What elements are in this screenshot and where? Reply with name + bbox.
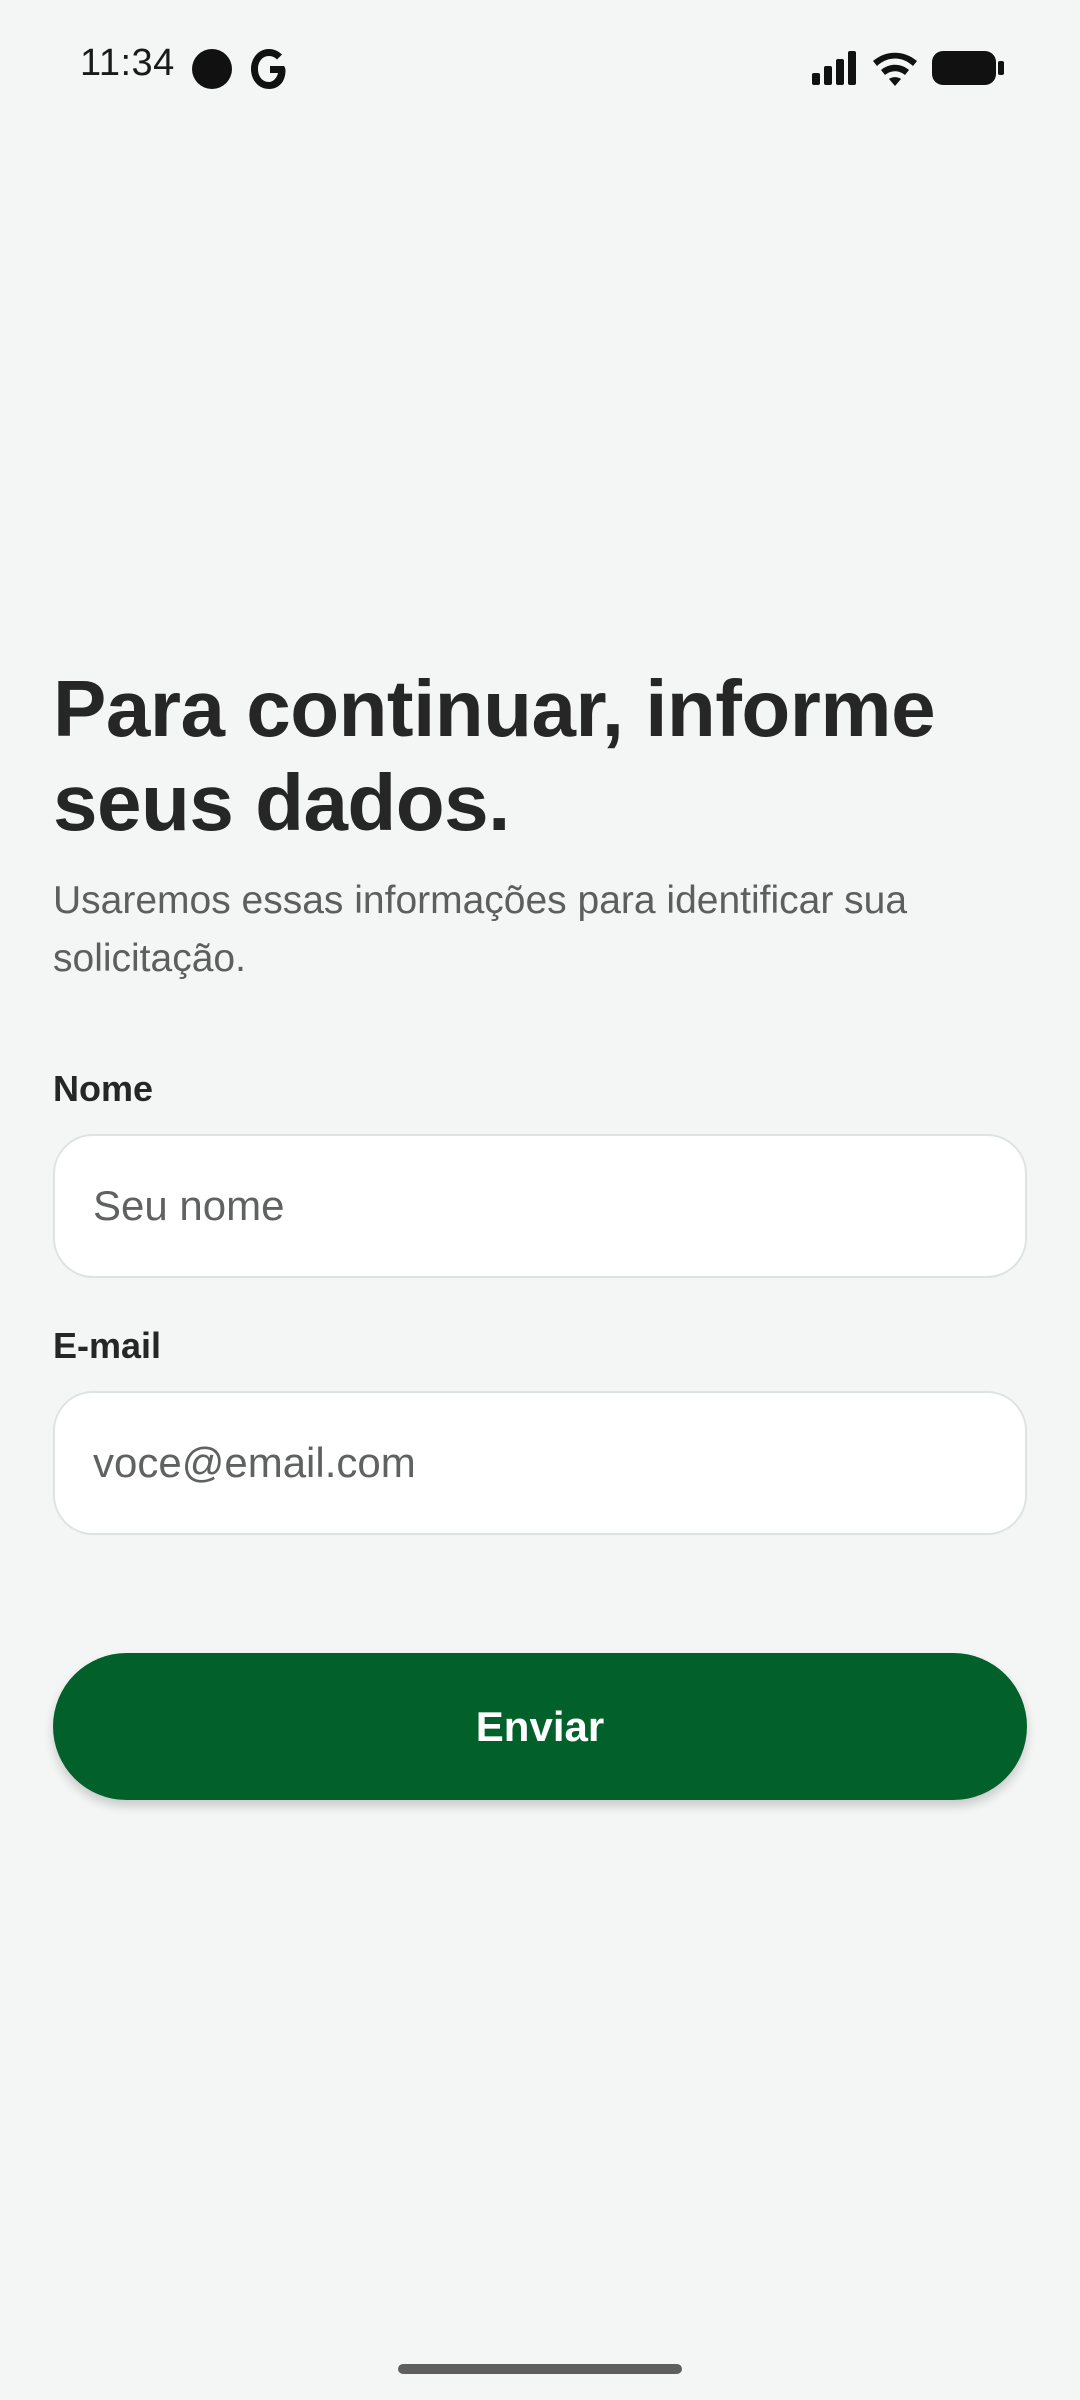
name-input[interactable]	[53, 1134, 1027, 1278]
page-subtitle: Usaremos essas informações para identifi…	[53, 879, 908, 980]
home-indicator[interactable]	[398, 2364, 682, 2374]
name-label: Nome	[53, 1068, 154, 1109]
page-title: Para continuar, informe seus dados.	[53, 664, 936, 847]
email-input[interactable]	[53, 1391, 1027, 1535]
google-icon	[251, 49, 286, 89]
battery-icon	[932, 51, 1004, 85]
email-label: E-mail	[53, 1325, 162, 1366]
wifi-icon	[873, 52, 917, 86]
status-time: 11:34	[80, 42, 175, 84]
status-bar: 11:34	[0, 0, 1080, 136]
signal-icon	[812, 51, 856, 85]
submit-button[interactable]: Enviar	[53, 1653, 1027, 1800]
form-screen: 11:34 Para continuar, informe seus dados…	[0, 0, 1080, 2400]
notification-dot-icon	[192, 49, 232, 89]
status-icons	[812, 48, 1004, 88]
